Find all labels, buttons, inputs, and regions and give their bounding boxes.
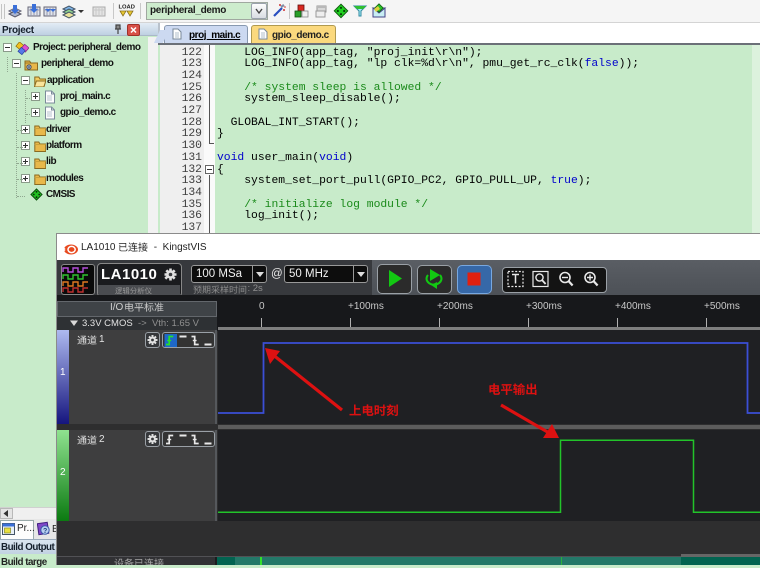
svg-text:?: ? — [43, 528, 47, 535]
svg-text:LOAD: LOAD — [119, 5, 135, 11]
